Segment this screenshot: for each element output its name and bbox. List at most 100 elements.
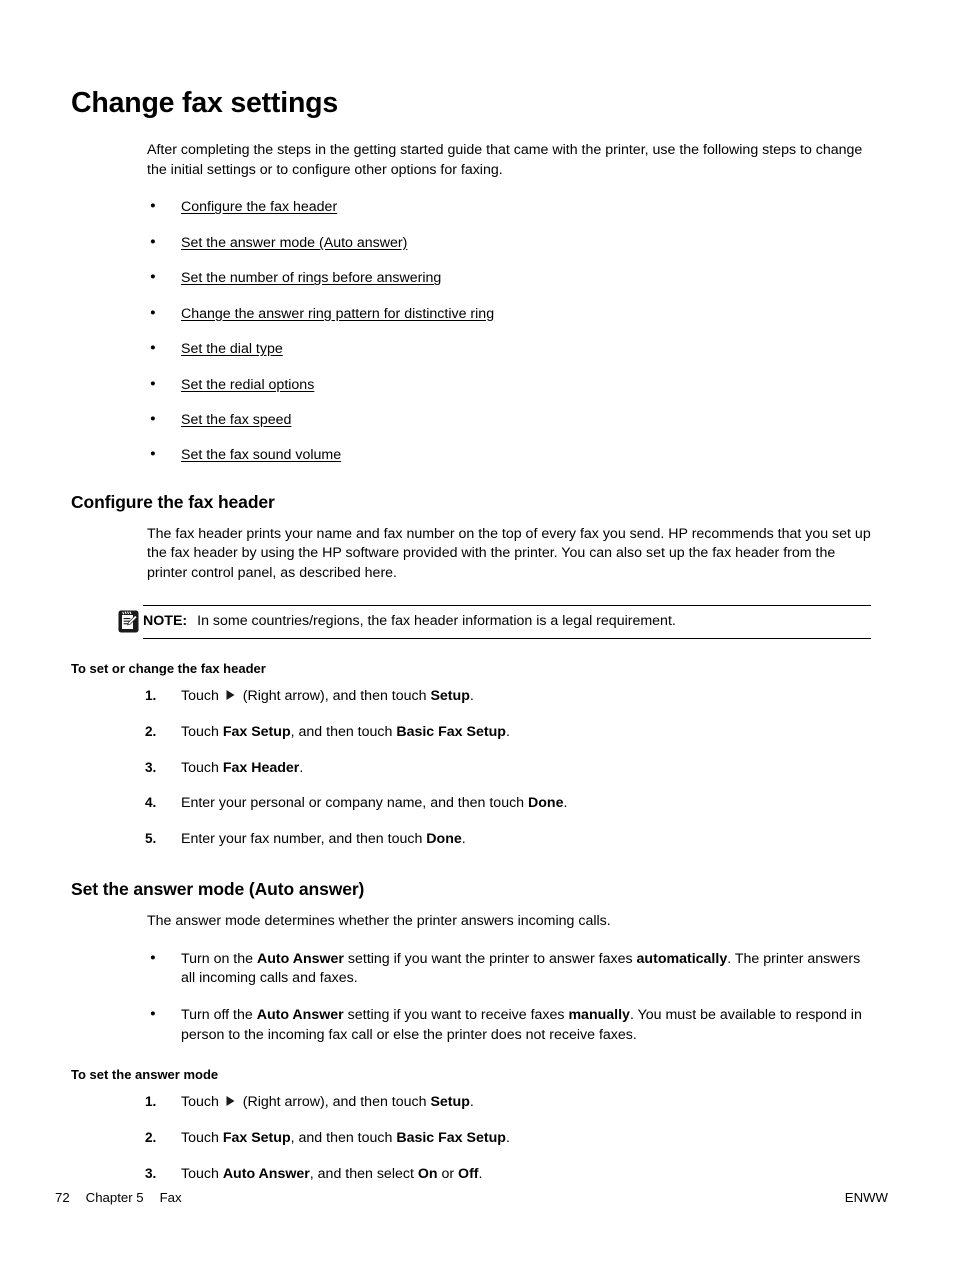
procedure-steps-answer-mode: 1. Touch (Right arrow), and then touch S… <box>71 1093 871 1184</box>
page-title: Change fax settings <box>71 87 339 119</box>
step-number: 2. <box>145 1130 157 1146</box>
step-text-mid2: or <box>437 1165 459 1182</box>
note-bottom-rule <box>143 638 871 640</box>
footer-locale: ENWW <box>844 1190 888 1205</box>
section-heading-fax-header: Configure the fax header <box>71 491 275 512</box>
toc-link[interactable]: Set the fax speed <box>181 412 291 428</box>
step-text-post: . <box>299 759 304 776</box>
step-bold-term: Off <box>458 1165 479 1182</box>
step-bold-term: Done <box>528 795 564 812</box>
step-item: 3. Touch Auto Answer, and then select On… <box>71 1165 871 1184</box>
step-text-mid: (Right arrow), and then touch <box>238 687 431 704</box>
step-text-pre: Touch <box>181 687 223 704</box>
list-item[interactable]: Set the redial options <box>71 374 871 395</box>
step-item: 3. Touch Fax Header. <box>71 759 871 778</box>
step-text-post: . <box>505 724 510 741</box>
answer-mode-bullet-list: Turn on the Auto Answer setting if you w… <box>71 949 871 1046</box>
page-content: Change fax settings After completing the… <box>71 87 871 1200</box>
step-text-mid: , and then touch <box>290 724 397 741</box>
step-number: 1. <box>145 1093 157 1109</box>
step-number: 3. <box>145 1165 157 1181</box>
bullet-text-pre: Turn off the <box>181 1007 257 1024</box>
toc-link[interactable]: Set the number of rings before answering <box>181 270 441 286</box>
bullet-bold-term: Auto Answer <box>256 950 344 967</box>
procedure-heading-set-answer-mode: To set the answer mode <box>71 1067 219 1083</box>
toc-link[interactable]: Set the dial type <box>181 341 283 357</box>
footer-chapter: Chapter 5 <box>85 1190 144 1205</box>
step-text-post: . <box>469 1093 474 1110</box>
right-arrow-icon <box>225 1094 236 1113</box>
step-text-post: . <box>563 795 568 812</box>
toc-link[interactable]: Configure the fax header <box>181 199 337 215</box>
step-item: 4. Enter your personal or company name, … <box>71 794 871 813</box>
footer-chapter-name: Fax <box>159 1190 182 1205</box>
section-heading-answer-mode: Set the answer mode (Auto answer) <box>71 879 365 900</box>
answer-mode-paragraph: The answer mode determines whether the p… <box>147 913 611 930</box>
list-item[interactable]: Set the number of rings before answering <box>71 268 871 288</box>
step-bold-term: Done <box>426 830 462 847</box>
step-item: 2. Touch Fax Setup, and then touch Basic… <box>71 1129 871 1148</box>
procedure-steps-fax-header: 1. Touch (Right arrow), and then touch S… <box>71 687 871 849</box>
right-arrow-icon <box>225 688 236 707</box>
bullet-bold-term: Auto Answer <box>256 1007 344 1024</box>
step-text-pre: Touch <box>181 724 223 741</box>
step-item: 1. Touch (Right arrow), and then touch S… <box>71 687 871 707</box>
step-text-pre: Enter your personal or company name, and… <box>181 795 529 812</box>
step-text-pre: Touch <box>181 1130 223 1147</box>
fax-header-body-block: The fax header prints your name and fax … <box>147 525 871 583</box>
toc-link-list: Configure the fax header Set the answer … <box>71 197 871 466</box>
toc-link[interactable]: Set the redial options <box>181 377 314 393</box>
step-text-pre: Touch <box>181 1093 223 1110</box>
step-text-mid: , and then select <box>309 1165 418 1182</box>
step-bold-term: Fax Header <box>222 759 300 776</box>
step-text-post: . <box>461 830 466 847</box>
step-text-pre: Enter your fax number, and then touch <box>181 830 427 847</box>
footer-page-number: 72 <box>55 1190 70 1205</box>
toc-link[interactable]: Set the answer mode (Auto answer) <box>181 235 407 251</box>
list-item[interactable]: Set the dial type <box>71 339 871 359</box>
procedure-heading-set-fax-header: To set or change the fax header <box>71 661 266 677</box>
list-item: Turn on the Auto Answer setting if you w… <box>71 949 871 989</box>
bullet-text-mid: setting if you want to receive faxes <box>343 1007 569 1024</box>
list-item[interactable]: Set the answer mode (Auto answer) <box>71 233 871 253</box>
step-bold-term: Setup <box>430 687 470 704</box>
page-footer: 72 Chapter 5 Fax ENWW <box>55 1190 888 1205</box>
list-item: Turn off the Auto Answer setting if you … <box>71 1005 871 1045</box>
step-number: 4. <box>145 795 157 811</box>
note-pencil-icon <box>118 610 139 633</box>
step-bold-term: Fax Setup <box>222 724 291 741</box>
fax-header-paragraph: The fax header prints your name and fax … <box>147 525 871 581</box>
intro-block: After completing the steps in the gettin… <box>147 141 871 180</box>
step-item: 2. Touch Fax Setup, and then touch Basic… <box>71 723 871 742</box>
step-number: 3. <box>145 759 157 775</box>
list-item[interactable]: Set the fax speed <box>71 410 871 430</box>
step-text-mid: (Right arrow), and then touch <box>238 1093 431 1110</box>
step-item: 1. Touch (Right arrow), and then touch S… <box>71 1093 871 1113</box>
list-item[interactable]: Change the answer ring pattern for disti… <box>71 304 871 324</box>
step-number: 2. <box>145 724 157 740</box>
intro-paragraph: After completing the steps in the gettin… <box>147 142 863 178</box>
bullet-bold-term: automatically <box>636 950 728 967</box>
bullet-text-pre: Turn on the <box>181 950 257 967</box>
step-text-post: . <box>469 687 474 704</box>
step-text-mid: , and then touch <box>290 1130 397 1147</box>
toc-link[interactable]: Change the answer ring pattern for disti… <box>181 306 494 322</box>
step-text-pre: Touch <box>181 759 223 776</box>
note-callout: NOTE: In some countries/regions, the fax … <box>71 605 871 640</box>
step-bold-term: Setup <box>430 1093 470 1110</box>
list-item[interactable]: Set the fax sound volume <box>71 445 871 465</box>
step-bold-term: Basic Fax Setup <box>396 724 506 741</box>
answer-mode-body-block: The answer mode determines whether the p… <box>147 912 871 931</box>
step-number: 1. <box>145 687 157 703</box>
document-page: Change fax settings After completing the… <box>0 0 954 1270</box>
list-item[interactable]: Configure the fax header <box>71 197 871 217</box>
step-bold-term: Fax Setup <box>222 1130 291 1147</box>
step-text-post: . <box>478 1165 483 1182</box>
toc-link[interactable]: Set the fax sound volume <box>181 447 341 463</box>
note-top-rule <box>143 605 871 607</box>
bullet-bold-term: manually <box>568 1007 630 1024</box>
step-text-pre: Touch <box>181 1165 223 1182</box>
step-item: 5. Enter your fax number, and then touch… <box>71 830 871 849</box>
step-bold-term: Auto Answer <box>222 1165 310 1182</box>
step-bold-term: Basic Fax Setup <box>396 1130 506 1147</box>
